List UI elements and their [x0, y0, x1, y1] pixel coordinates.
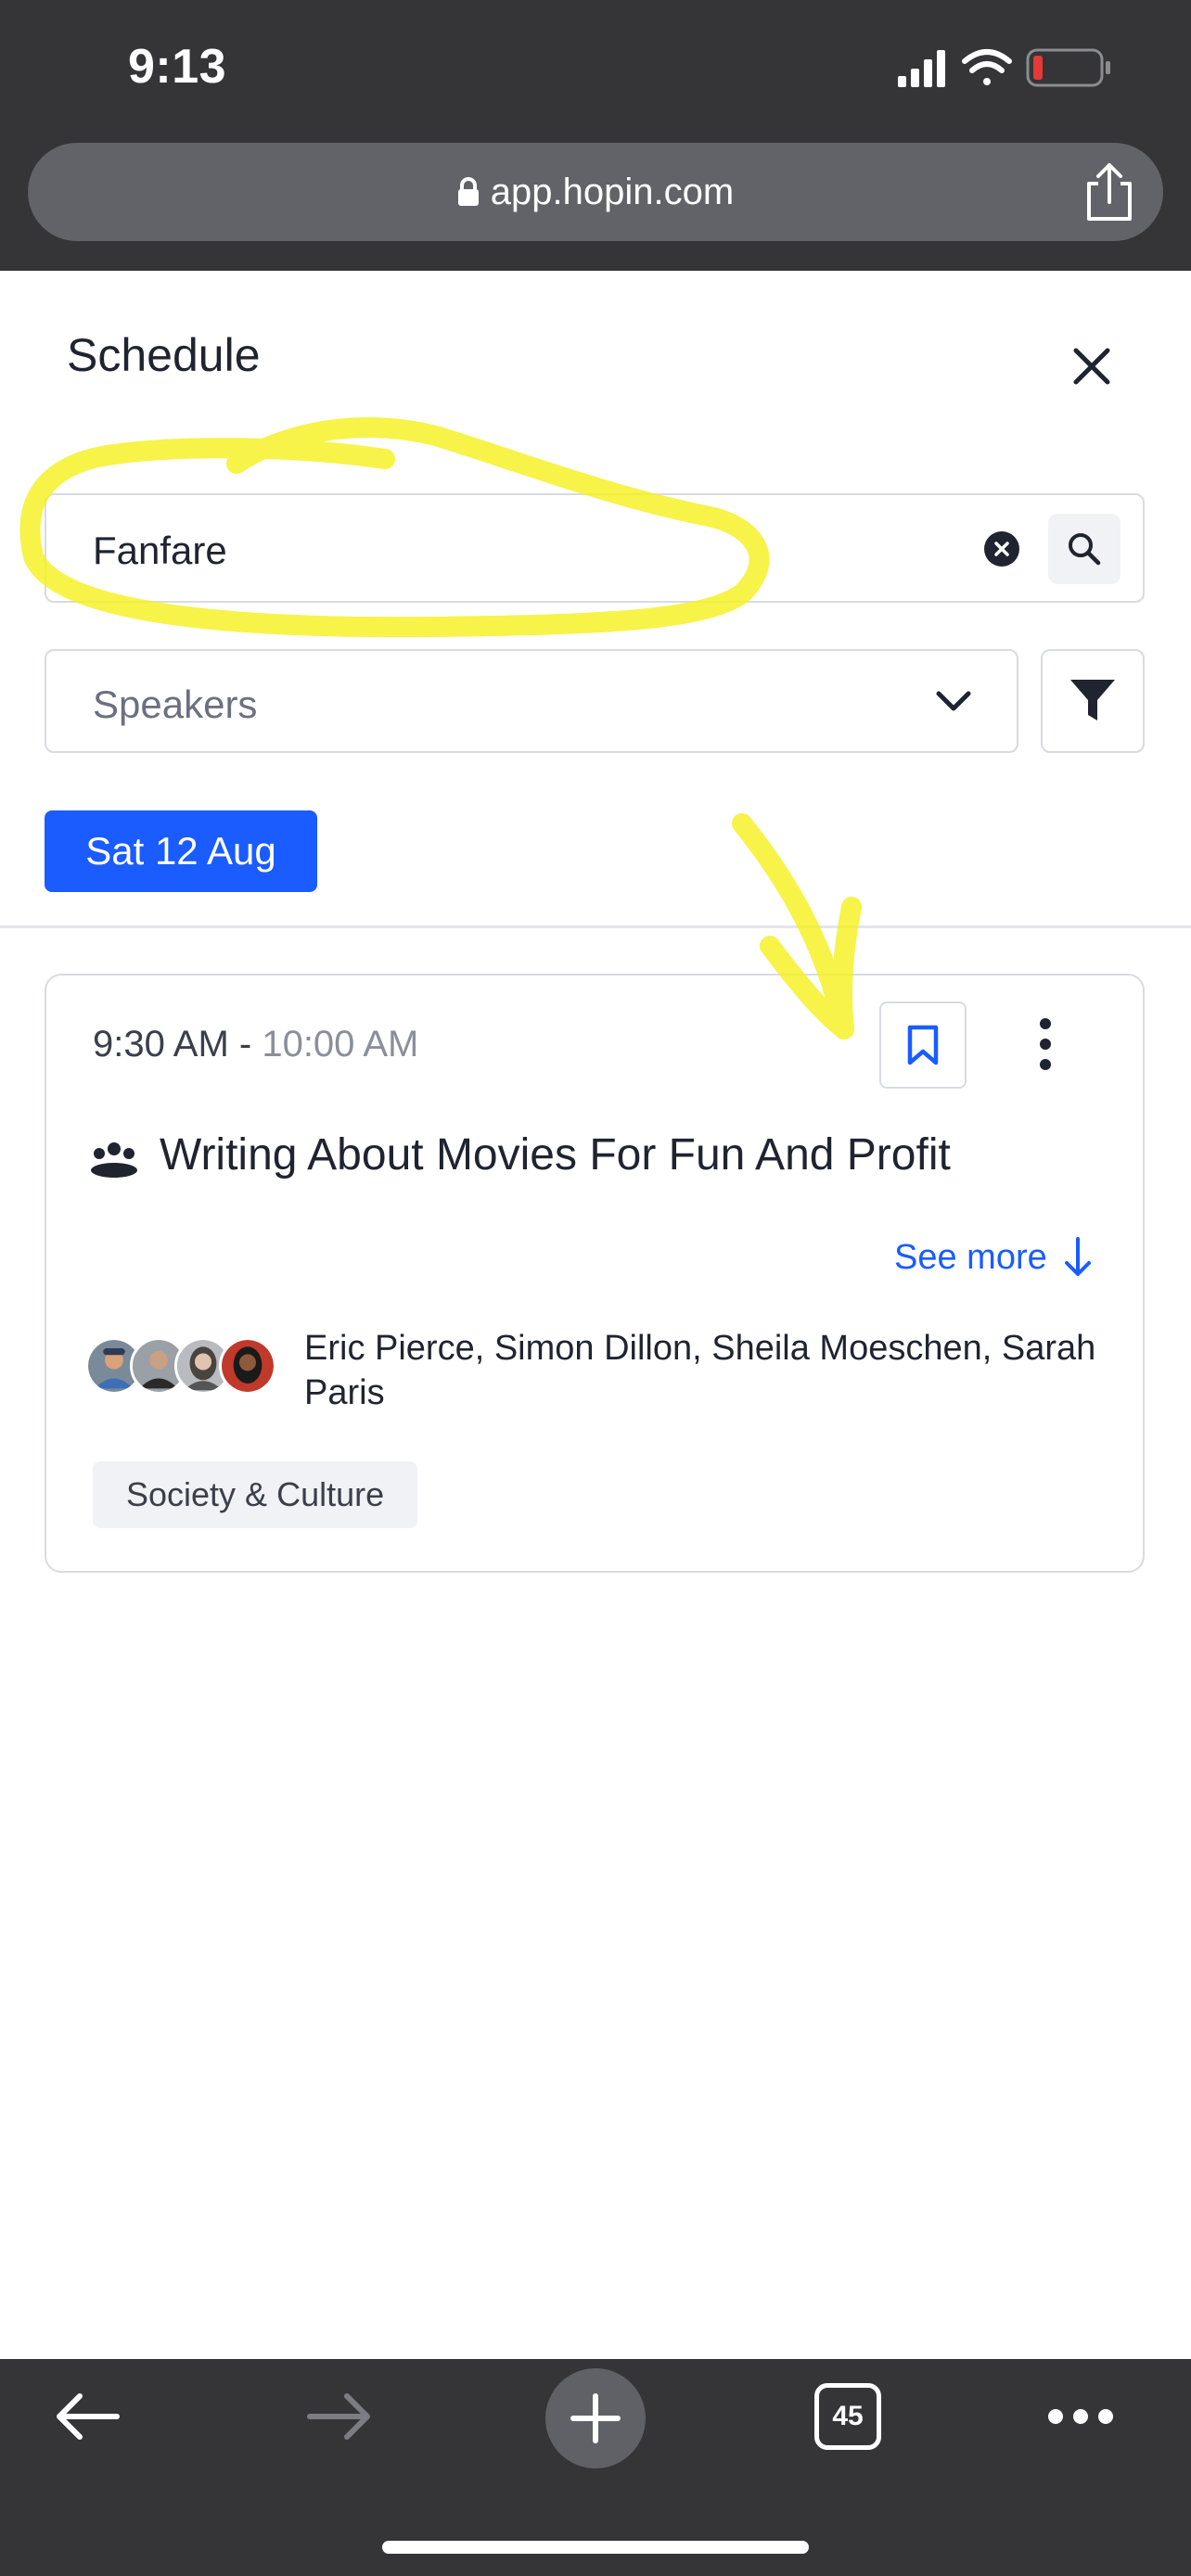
- tab-count-button[interactable]: 45: [814, 2383, 881, 2450]
- more-vertical-icon: [1040, 1018, 1051, 1070]
- date-tab[interactable]: Sat 12 Aug: [45, 810, 317, 892]
- group-icon: [91, 1142, 137, 1178]
- filter-icon: [1070, 680, 1115, 721]
- chevron-down-icon: [936, 691, 971, 711]
- see-more-link[interactable]: See more: [894, 1237, 1092, 1278]
- session-card[interactable]: 9:30 AM - 10:00 AM Writing About Movies …: [45, 974, 1145, 1573]
- arrow-down-icon: [1064, 1237, 1091, 1276]
- search-input[interactable]: Fanfare: [45, 493, 1145, 603]
- speaker-avatars: [85, 1337, 280, 1396]
- filter-button[interactable]: [1041, 649, 1145, 753]
- wifi-icon: [962, 49, 1012, 85]
- signal-icon: [898, 50, 945, 87]
- lock-icon: [457, 177, 479, 206]
- close-icon[interactable]: [1069, 343, 1115, 389]
- more-options-button[interactable]: [1022, 1007, 1069, 1081]
- back-arrow-icon[interactable]: [54, 2391, 121, 2442]
- speakers-dropdown-label: Speakers: [93, 682, 258, 726]
- forward-arrow-icon[interactable]: [306, 2391, 373, 2442]
- page-title: Schedule: [67, 329, 261, 381]
- clear-icon[interactable]: [983, 530, 1020, 567]
- plus-icon: [570, 2393, 621, 2443]
- speaker-names: Eric Pierce, Simon Dillon, Sheila Moesch…: [304, 1329, 1096, 1412]
- home-indicator: [382, 2541, 809, 2554]
- bookmark-button[interactable]: [879, 1001, 967, 1089]
- browser-top-chrome: 9:13 app.hopin.com: [0, 0, 1191, 271]
- category-tag: Society & Culture: [93, 1461, 418, 1528]
- battery-icon: [1026, 48, 1110, 87]
- divider: [0, 925, 1191, 928]
- bookmark-icon: [907, 1025, 939, 1065]
- see-more-label: See more: [894, 1237, 1047, 1277]
- session-end-time: 10:00 AM: [262, 1024, 419, 1065]
- share-icon[interactable]: [1080, 161, 1139, 223]
- address-bar[interactable]: app.hopin.com: [28, 143, 1163, 241]
- new-tab-button[interactable]: [545, 2368, 646, 2468]
- status-icons: [898, 48, 1110, 87]
- session-start-time: 9:30 AM -: [93, 1024, 252, 1065]
- status-time: 9:13: [128, 40, 227, 94]
- search-button[interactable]: [1048, 514, 1121, 584]
- speakers-dropdown[interactable]: Speakers: [45, 649, 1018, 753]
- search-value[interactable]: Fanfare: [93, 529, 227, 573]
- avatar: [219, 1337, 276, 1395]
- session-title[interactable]: Writing About Movies For Fun And Profit: [160, 1129, 951, 1180]
- search-icon: [1069, 533, 1101, 566]
- url-text: app.hopin.com: [490, 171, 735, 212]
- session-time: 9:30 AM - 10:00 AM: [93, 1024, 418, 1065]
- menu-dots-icon[interactable]: [1046, 2405, 1115, 2428]
